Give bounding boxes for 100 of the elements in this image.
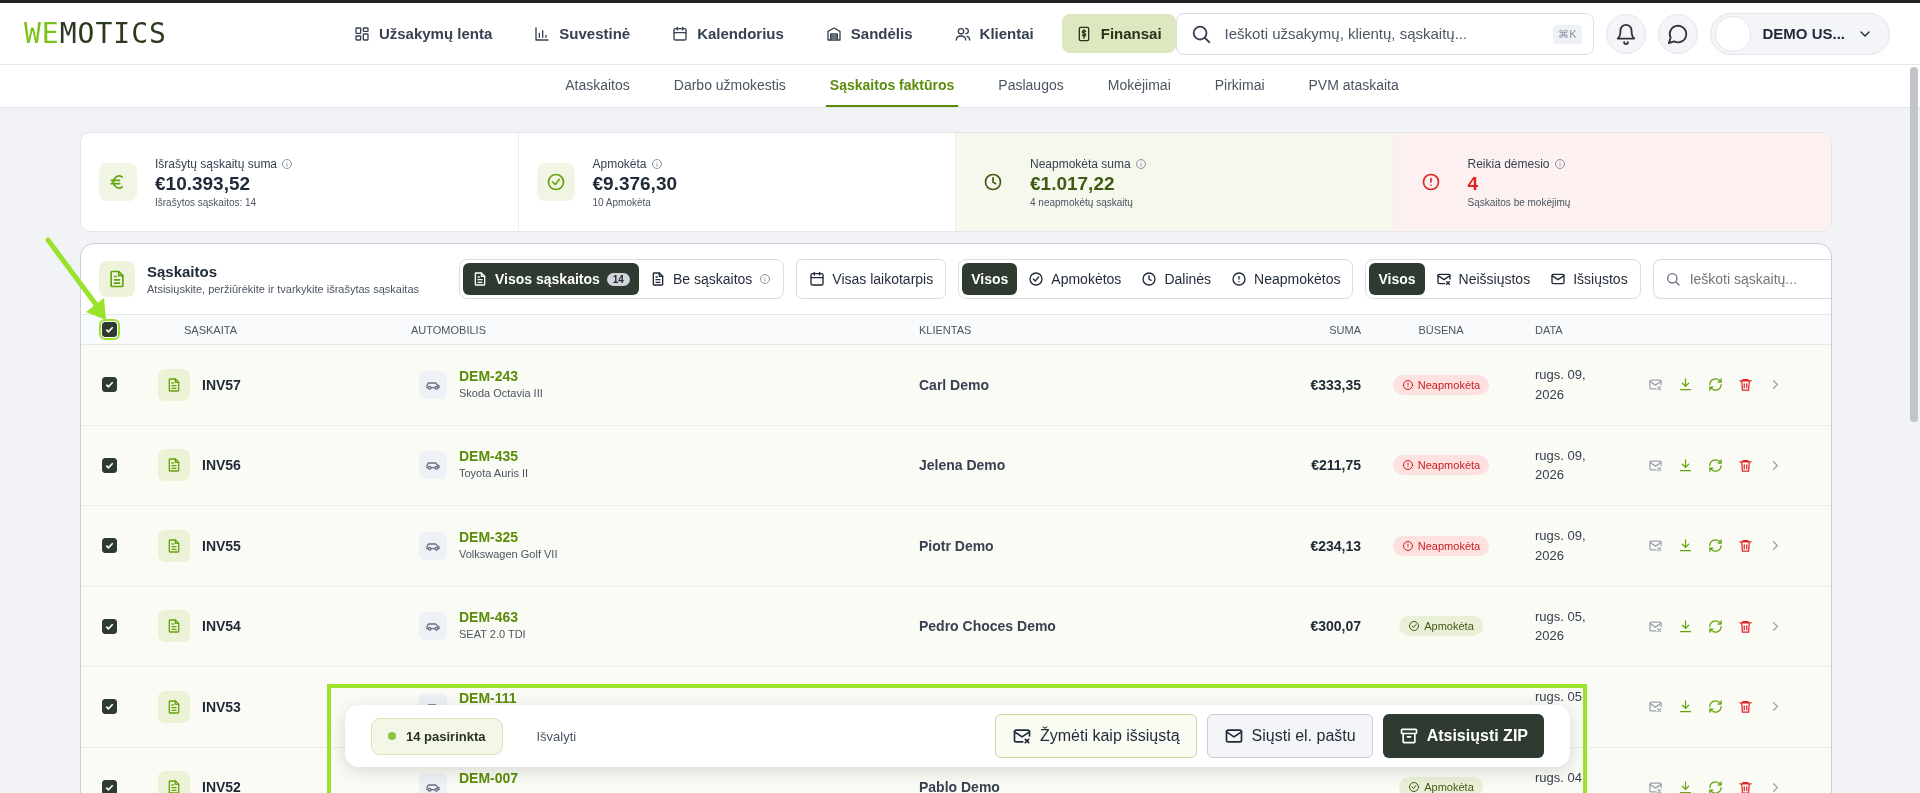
- filter-tab[interactable]: Be sąskaitos: [640, 263, 781, 295]
- invoice-number[interactable]: INV53: [202, 698, 241, 715]
- alert-icon: [1401, 378, 1414, 391]
- row-checkbox[interactable]: [102, 457, 117, 473]
- stat-label: Reikia dėmesio: [1467, 156, 1550, 171]
- client-name: Carl Demo: [919, 376, 990, 393]
- invoice-date: rugs. 05: [1535, 688, 1583, 707]
- amount: €333,35: [1310, 376, 1361, 393]
- row-checkbox[interactable]: [102, 618, 117, 634]
- bar-chart-icon: [534, 25, 551, 42]
- avatar: [1714, 15, 1751, 52]
- subnav-tab[interactable]: Darbo užmokestis: [669, 65, 790, 107]
- nav-item[interactable]: Kalendorius: [658, 14, 798, 53]
- plate-link[interactable]: DEM-007: [459, 770, 519, 787]
- subnav-tab[interactable]: Sąskaitos faktūros: [825, 65, 959, 107]
- plate-link[interactable]: DEM-435: [459, 448, 529, 465]
- invoice-number[interactable]: INV57: [202, 376, 241, 393]
- column-header: KLIENTAS: [918, 323, 973, 336]
- mail-icon: [1012, 726, 1032, 746]
- client-name: Jelena Demo: [919, 457, 1006, 474]
- invoice-number[interactable]: INV54: [202, 618, 241, 635]
- plate-link[interactable]: DEM-111: [459, 689, 517, 706]
- check-circle-icon: [1408, 781, 1421, 793]
- refresh-icon: [1707, 377, 1723, 393]
- nav-item[interactable]: Sandėlis: [811, 14, 927, 53]
- column-header: DATA: [1534, 323, 1564, 336]
- refresh-icon: [1707, 699, 1723, 715]
- car-model: Skoda Octavia III: [459, 386, 543, 399]
- filter-tab[interactable]: Dalinės: [1132, 263, 1221, 295]
- filter-tab[interactable]: Visos: [1369, 263, 1425, 295]
- info-icon: [1553, 157, 1566, 170]
- period-button[interactable]: Visas laikotarpis: [796, 259, 947, 299]
- row-checkbox[interactable]: [102, 538, 117, 554]
- invoice-number[interactable]: INV56: [202, 457, 241, 474]
- grid-icon: [353, 25, 370, 42]
- download-icon: [1677, 779, 1693, 793]
- plate-link[interactable]: DEM-463: [459, 609, 526, 626]
- subnav-tab[interactable]: Mokėjimai: [1103, 65, 1175, 107]
- plate-link[interactable]: DEM-243: [459, 367, 543, 384]
- row-checkbox[interactable]: [102, 377, 117, 393]
- search-field[interactable]: Ieškoti sąskaitų...: [1652, 259, 1831, 299]
- download-icon: [1677, 377, 1693, 393]
- document-icon: [166, 537, 182, 554]
- info-icon: [1134, 157, 1147, 170]
- row-checkbox[interactable]: [102, 779, 117, 793]
- alert-icon: [1401, 539, 1414, 552]
- info-icon: [650, 157, 663, 170]
- amount: €211,75: [1311, 457, 1361, 474]
- row-checkbox[interactable]: [102, 699, 117, 715]
- mail-icon: [1223, 726, 1244, 746]
- client-name: Pablo Demo: [919, 779, 1000, 793]
- filter-tab[interactable]: Apmokėtos: [1019, 263, 1131, 295]
- document-icon: [166, 376, 182, 393]
- mail-icon: [1647, 779, 1663, 793]
- filter-tab[interactable]: Neišsiųstos: [1426, 263, 1540, 295]
- nav-item[interactable]: Užsakymų lenta: [339, 14, 507, 53]
- alert-icon: [1231, 271, 1248, 287]
- document-icon: [166, 698, 182, 715]
- filter-tab[interactable]: Visos sąskaitos 14: [463, 263, 639, 295]
- clear-selection-link[interactable]: Išvalyti: [530, 727, 583, 745]
- card-subtitle: Atsisiųskite, peržiūrėkite ir tvarkykite išrašytas sąskaitas: [147, 283, 421, 295]
- alert-icon: [1420, 172, 1441, 192]
- document-icon: [107, 269, 127, 289]
- column-header: SUMA: [1328, 323, 1361, 336]
- info-icon: [281, 157, 294, 170]
- invoice-number[interactable]: INV52: [202, 779, 241, 793]
- bulk-action-button[interactable]: Atsisiųsti ZIP: [1382, 714, 1544, 758]
- invoice-number[interactable]: INV55: [202, 537, 241, 554]
- bulk-action-button[interactable]: Žymėti kaip išsiųstą: [995, 714, 1197, 758]
- car-model: SEAT 2.0 TDI: [459, 628, 526, 641]
- filter-tab[interactable]: Neapmokėtos: [1222, 263, 1350, 295]
- invoice-date: rugs. 09, 2026: [1535, 366, 1587, 404]
- bulk-action-button[interactable]: Siųsti el. paštu: [1206, 714, 1373, 758]
- nav-item[interactable]: Finansai: [1061, 14, 1176, 53]
- subnav-tab[interactable]: PVM ataskaita: [1304, 65, 1403, 107]
- nav-item[interactable]: Klientai: [940, 14, 1048, 53]
- nav-item[interactable]: Suvestinė: [520, 14, 645, 53]
- stat-value: €9.376,30: [592, 172, 678, 195]
- subnav-tab[interactable]: Paslaugos: [994, 65, 1068, 107]
- logo[interactable]: WEMOTICS: [24, 17, 340, 50]
- subnav-tab[interactable]: Ataskaitos: [561, 65, 634, 107]
- plate-link[interactable]: DEM-325: [459, 528, 558, 545]
- mail-icon: [1550, 271, 1567, 287]
- mail-icon: [1435, 271, 1452, 287]
- trash-icon: [1737, 377, 1753, 393]
- user-menu[interactable]: DEMO US...: [1709, 12, 1890, 55]
- status-badge: Apmokėta: [1399, 777, 1483, 793]
- stat-value: €1.017,22: [1030, 172, 1116, 195]
- mail-icon: [1647, 457, 1663, 473]
- select-all-checkbox[interactable]: [102, 322, 117, 337]
- status-badge: Neapmokėta: [1392, 535, 1490, 556]
- trash-icon: [1737, 538, 1753, 554]
- filter-tab[interactable]: Išsiųstos: [1541, 263, 1637, 295]
- refresh-icon: [1707, 538, 1723, 554]
- bell-icon: [1614, 22, 1637, 45]
- invoice-date: rugs. 09, 2026: [1535, 446, 1587, 485]
- stat-label: Apmokėta: [592, 156, 647, 171]
- download-icon: [1677, 457, 1693, 473]
- filter-tab[interactable]: Visos: [962, 263, 1018, 295]
- subnav-tab[interactable]: Pirkimai: [1210, 65, 1269, 107]
